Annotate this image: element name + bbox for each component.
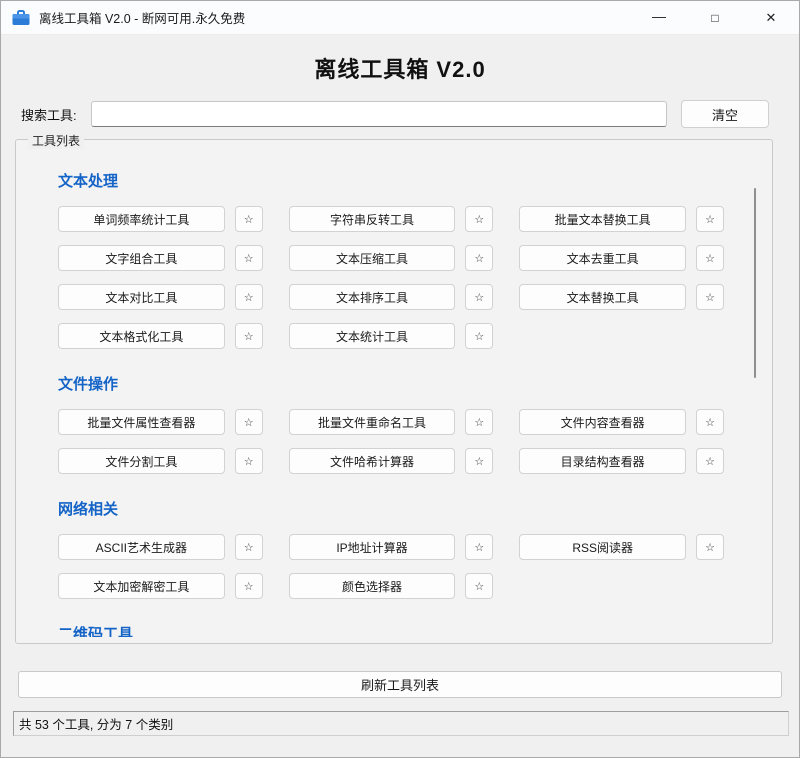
tool-cell: IP地址计算器 ☆ bbox=[289, 534, 494, 560]
tool-grid: 批量文件属性查看器☆批量文件重命名工具☆文件内容查看器☆文件分割工具☆文件哈希计… bbox=[58, 409, 724, 474]
tool-button[interactable]: 文本替换工具 bbox=[519, 284, 686, 310]
tool-button[interactable]: 批量文件重命名工具 bbox=[289, 409, 456, 435]
tool-button[interactable]: 文本加密解密工具 bbox=[58, 573, 225, 599]
close-button[interactable]: ✕ bbox=[743, 1, 799, 34]
minimize-icon: — bbox=[652, 8, 666, 24]
tool-button[interactable]: 目录结构查看器 bbox=[519, 448, 686, 474]
tool-cell: 文本替换工具 ☆ bbox=[519, 284, 724, 310]
favorite-star-button[interactable]: ☆ bbox=[465, 245, 493, 271]
favorite-star-button[interactable]: ☆ bbox=[235, 448, 263, 474]
tool-cell: 文件哈希计算器 ☆ bbox=[289, 448, 494, 474]
tool-cell: 字符串反转工具 ☆ bbox=[289, 206, 494, 232]
favorite-star-button[interactable]: ☆ bbox=[235, 284, 263, 310]
favorite-star-button[interactable]: ☆ bbox=[235, 245, 263, 271]
category-header: 网络相关 bbox=[58, 498, 724, 519]
tool-cell: 单词频率统计工具 ☆ bbox=[58, 206, 263, 232]
tool-cell: ASCII艺术生成器 ☆ bbox=[58, 534, 263, 560]
favorite-star-button[interactable]: ☆ bbox=[696, 284, 724, 310]
favorite-star-button[interactable]: ☆ bbox=[235, 206, 263, 232]
tool-button[interactable]: IP地址计算器 bbox=[289, 534, 456, 560]
tool-button[interactable]: 单词频率统计工具 bbox=[58, 206, 225, 232]
tool-cell: 文件内容查看器 ☆ bbox=[519, 409, 724, 435]
tool-button[interactable]: 颜色选择器 bbox=[289, 573, 456, 599]
tool-list-groupbox: 工具列表 文本处理单词频率统计工具☆字符串反转工具☆批量文本替换工具☆文字组合工… bbox=[15, 139, 773, 644]
close-icon: ✕ bbox=[766, 10, 777, 26]
tool-button[interactable]: RSS阅读器 bbox=[519, 534, 686, 560]
tool-cell: 文本统计工具 ☆ bbox=[289, 323, 494, 349]
window-title: 离线工具箱 V2.0 - 断网可用.永久免费 bbox=[39, 8, 631, 27]
favorite-star-button[interactable]: ☆ bbox=[465, 534, 493, 560]
favorite-star-button[interactable]: ☆ bbox=[465, 573, 493, 599]
tool-button[interactable]: 文件分割工具 bbox=[58, 448, 225, 474]
maximize-button[interactable]: □ bbox=[687, 1, 743, 34]
tool-button[interactable]: 文本去重工具 bbox=[519, 245, 686, 271]
minimize-button[interactable]: — bbox=[631, 1, 687, 34]
tool-button[interactable]: ASCII艺术生成器 bbox=[58, 534, 225, 560]
refresh-tools-button[interactable]: 刷新工具列表 bbox=[18, 671, 782, 698]
category-header: 二维码工具 bbox=[58, 623, 724, 637]
tool-grid: 单词频率统计工具 ☆ 字符串反转工具 ☆ 批量文本替换工具 ☆ 文字组合工具 ☆ 文本压缩工具 ☆… bbox=[58, 206, 724, 349]
favorite-star-button[interactable]: ☆ bbox=[696, 206, 724, 232]
tool-cell: 文字组合工具 ☆ bbox=[58, 245, 263, 271]
titlebar: 离线工具箱 V2.0 - 断网可用.永久免费 — □ ✕ bbox=[1, 1, 799, 35]
tool-button[interactable]: 批量文本替换工具 bbox=[519, 206, 686, 232]
tool-cell: 目录结构查看器 ☆ bbox=[519, 448, 724, 474]
favorite-star-button[interactable]: ☆ bbox=[465, 206, 493, 232]
favorite-star-button[interactable]: ☆ bbox=[696, 448, 724, 474]
tool-button[interactable]: 文件哈希计算器 bbox=[289, 448, 456, 474]
search-input[interactable] bbox=[91, 101, 667, 127]
status-text: 共 53 个工具, 分为 7 个类别 bbox=[19, 714, 173, 733]
tool-button[interactable]: 文本压缩工具 bbox=[289, 245, 456, 271]
window-controls: — □ ✕ bbox=[631, 1, 799, 34]
scrollbar-thumb[interactable] bbox=[754, 188, 756, 378]
tool-cell: 文本去重工具 ☆ bbox=[519, 245, 724, 271]
favorite-star-button[interactable]: ☆ bbox=[235, 323, 263, 349]
search-row: 搜索工具: 清空 bbox=[21, 100, 769, 128]
tool-button[interactable]: 文本排序工具 bbox=[289, 284, 456, 310]
tool-cell: 批量文件属性查看器 ☆ bbox=[58, 409, 263, 435]
scrollbar-track[interactable] bbox=[752, 150, 758, 633]
tool-button[interactable]: 文本格式化工具 bbox=[58, 323, 225, 349]
search-label: 搜索工具: bbox=[21, 105, 77, 124]
category-header: 文件操作 bbox=[58, 373, 724, 394]
app-window: 离线工具箱 V2.0 - 断网可用.永久免费 — □ ✕ 离线工具箱 V2.0 … bbox=[0, 0, 800, 758]
status-bar: 共 53 个工具, 分为 7 个类别 bbox=[13, 711, 789, 736]
favorite-star-button[interactable]: ☆ bbox=[235, 534, 263, 560]
tool-button[interactable]: 文本统计工具 bbox=[289, 323, 456, 349]
tool-cell: 文本格式化工具 ☆ bbox=[58, 323, 263, 349]
favorite-star-button[interactable]: ☆ bbox=[465, 284, 493, 310]
tool-button[interactable]: 文本对比工具 bbox=[58, 284, 225, 310]
favorite-star-button[interactable]: ☆ bbox=[235, 573, 263, 599]
tool-button[interactable]: 批量文件属性查看器 bbox=[58, 409, 225, 435]
favorite-star-button[interactable]: ☆ bbox=[696, 534, 724, 560]
page-title: 离线工具箱 V2.0 bbox=[1, 52, 799, 84]
tool-cell: 文本压缩工具 ☆ bbox=[289, 245, 494, 271]
favorite-star-button[interactable]: ☆ bbox=[465, 409, 493, 435]
tool-button[interactable]: 文件内容查看器 bbox=[519, 409, 686, 435]
tool-cell: 文件分割工具 ☆ bbox=[58, 448, 263, 474]
favorite-star-button[interactable]: ☆ bbox=[465, 448, 493, 474]
maximize-icon: □ bbox=[711, 11, 718, 25]
tool-grid: ASCII艺术生成器☆IP地址计算器☆RSS阅读器☆文本加密解密工具☆颜色选择器… bbox=[58, 534, 724, 599]
tool-cell: 颜色选择器 ☆ bbox=[289, 573, 494, 599]
tool-cell: 文本加密解密工具 ☆ bbox=[58, 573, 263, 599]
tool-button[interactable]: 文字组合工具 bbox=[58, 245, 225, 271]
category-header: 文本处理 bbox=[58, 170, 724, 191]
favorite-star-button[interactable]: ☆ bbox=[696, 409, 724, 435]
tool-cell: 批量文件重命名工具 ☆ bbox=[289, 409, 494, 435]
app-toolbox-icon bbox=[11, 8, 31, 28]
clear-search-button[interactable]: 清空 bbox=[681, 100, 769, 128]
tool-cell: 批量文本替换工具 ☆ bbox=[519, 206, 724, 232]
tool-scroll-area: 文本处理单词频率统计工具☆字符串反转工具☆批量文本替换工具☆文字组合工具☆文本压… bbox=[22, 146, 750, 637]
favorite-star-button[interactable]: ☆ bbox=[235, 409, 263, 435]
tool-button[interactable]: 字符串反转工具 bbox=[289, 206, 456, 232]
favorite-star-button[interactable]: ☆ bbox=[465, 323, 493, 349]
tool-cell: RSS阅读器 ☆ bbox=[519, 534, 724, 560]
favorite-star-button[interactable]: ☆ bbox=[696, 245, 724, 271]
tool-cell: 文本排序工具 ☆ bbox=[289, 284, 494, 310]
tool-cell: 文本对比工具 ☆ bbox=[58, 284, 263, 310]
